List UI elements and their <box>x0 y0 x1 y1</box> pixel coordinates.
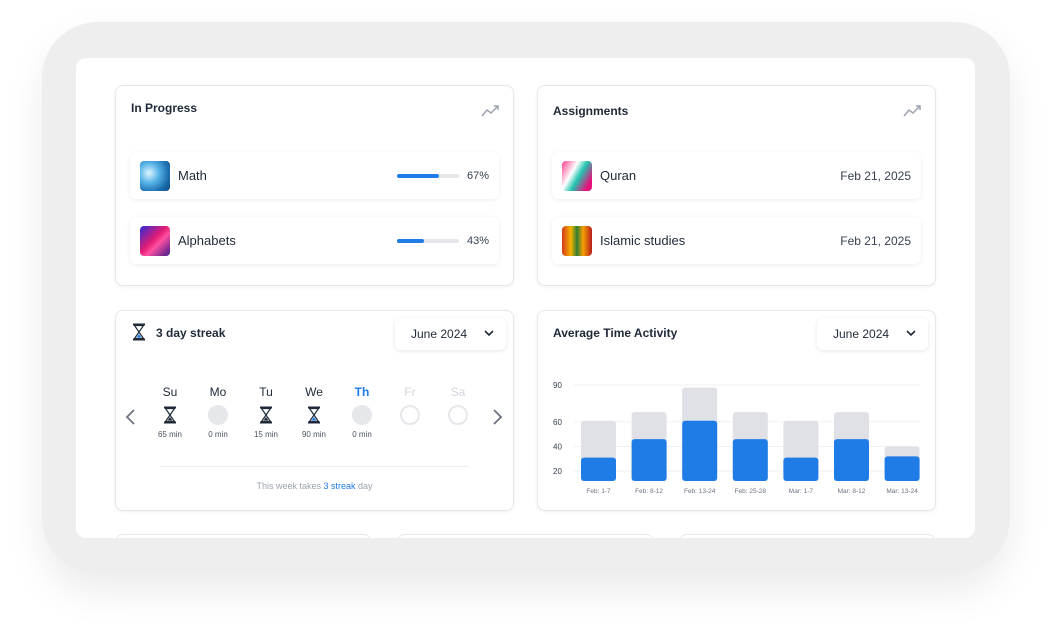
x-tick-label: Mar: 1-7 <box>789 488 814 495</box>
activity-card: Average Time Activity June 2024 20 40 60 90… <box>537 310 936 511</box>
y-tick-label: 20 <box>553 467 562 476</box>
alphabets-thumbnail <box>140 225 170 256</box>
activity-bar-chart: 20 40 60 90 Feb: 1-7 Feb: 8-12 Feb: 13-24 Feb: … <box>553 381 921 495</box>
streak-day-su[interactable]: Su 65 min <box>150 385 190 440</box>
streak-title: 3 day streak <box>156 326 226 340</box>
hourglass-icon <box>133 323 145 341</box>
x-tick-label: Mar: 8-12 <box>838 488 866 495</box>
assignments-title: Assignments <box>553 104 629 118</box>
streak-summary-prefix: This week takes <box>256 481 321 491</box>
bar-value <box>631 439 667 481</box>
quran-thumbnail <box>562 160 592 191</box>
x-tick-label: Feb: 1-7 <box>586 488 611 495</box>
bar-value <box>682 420 718 481</box>
x-tick-label: Feb: 13-24 <box>684 488 716 495</box>
dropdown-value: June 2024 <box>411 327 468 341</box>
streak-card: 3 day streak June 2024 Su 65 min Mo 0 min Tu… <box>115 310 514 511</box>
hourglass-icon <box>256 405 276 425</box>
streak-day-minutes <box>438 430 478 440</box>
progress-bar <box>397 173 459 178</box>
empty-circle-icon <box>448 405 468 425</box>
bottom-card-2 <box>397 534 654 538</box>
streak-day-name: Fr <box>404 385 416 399</box>
islamic-studies-thumbnail <box>562 225 592 256</box>
in-progress-card: In Progress Math 67% Alphabets 43% <box>115 85 514 286</box>
y-tick-label: 40 <box>553 443 562 452</box>
progress-item-label: Math <box>178 168 207 183</box>
chevron-right-icon[interactable] <box>491 409 503 425</box>
bar-value <box>884 456 920 481</box>
filled-circle-icon <box>208 405 228 425</box>
streak-day-fr[interactable]: Fr <box>390 385 430 440</box>
progress-bar-fill <box>397 238 424 243</box>
progress-bar <box>397 238 459 243</box>
progress-item-label: Alphabets <box>178 233 236 248</box>
bar-value <box>783 457 819 481</box>
assignment-item-quran[interactable]: Quran Feb 21, 2025 <box>552 152 921 199</box>
streak-day-name: Sa <box>450 385 466 399</box>
chevron-down-icon <box>484 330 494 337</box>
bar-value <box>834 439 869 481</box>
assignments-card: Assignments Quran Feb 21, 2025 Islamic s… <box>537 85 936 286</box>
bar-value <box>732 439 768 481</box>
in-progress-title: In Progress <box>131 101 198 115</box>
streak-day-sa[interactable]: Sa <box>438 385 478 440</box>
streak-day-minutes: 0 min <box>208 430 228 439</box>
streak-summary-suffix: day <box>358 481 373 491</box>
streak-day-minutes: 15 min <box>253 430 278 439</box>
bottom-card-3 <box>679 534 936 538</box>
x-tick-label: Feb: 25-28 <box>735 488 767 495</box>
bar-value <box>581 457 616 481</box>
progress-item-math[interactable]: Math 67% <box>130 152 499 199</box>
streak-day-th[interactable]: Th 0 min <box>342 385 382 440</box>
streak-day-minutes: 90 min <box>301 430 326 439</box>
progress-percent: 43% <box>467 234 490 247</box>
bottom-card-1 <box>115 534 372 538</box>
math-thumbnail <box>140 160 170 191</box>
y-tick-label: 60 <box>553 418 562 427</box>
chevron-left-icon[interactable] <box>125 409 137 425</box>
streak-day-minutes <box>390 430 430 440</box>
streak-divider <box>160 466 469 467</box>
hourglass-icon <box>160 405 180 425</box>
progress-percent: 67% <box>467 169 490 182</box>
trend-icon[interactable] <box>903 105 921 117</box>
streak-summary: This week takes 3 streak day <box>116 481 513 491</box>
streak-month-dropdown[interactable]: June 2024 <box>395 318 506 350</box>
dropdown-value: June 2024 <box>833 327 890 341</box>
streak-day-name: We <box>305 385 323 399</box>
assignment-due-date: Feb 21, 2025 <box>840 168 911 183</box>
activity-month-dropdown[interactable]: June 2024 <box>817 318 928 350</box>
assignment-item-label: Quran <box>600 168 637 183</box>
streak-day-minutes: 0 min <box>352 430 372 439</box>
y-tick-label: 90 <box>553 381 562 390</box>
streak-day-name: Mo <box>209 385 227 399</box>
assignment-due-date: Feb 21, 2025 <box>840 233 911 248</box>
streak-day-name: Su <box>162 385 178 399</box>
assignment-item-label: Islamic studies <box>600 233 686 248</box>
empty-circle-icon <box>400 405 420 425</box>
chevron-down-icon <box>906 330 916 337</box>
activity-title: Average Time Activity <box>553 326 678 340</box>
filled-circle-icon <box>352 405 372 425</box>
x-tick-label: Feb: 8-12 <box>635 488 663 495</box>
assignment-item-islamic-studies[interactable]: Islamic studies Feb 21, 2025 <box>552 217 921 264</box>
streak-day-mo[interactable]: Mo 0 min <box>198 385 238 440</box>
streak-day-minutes: 65 min <box>157 430 182 439</box>
trend-icon[interactable] <box>481 105 499 117</box>
dashboard-screen: In Progress Math 67% Alphabets 43% Assig… <box>76 58 975 538</box>
progress-bar-fill <box>397 173 439 178</box>
progress-item-alphabets[interactable]: Alphabets 43% <box>130 217 499 264</box>
streak-day-we[interactable]: We 90 min <box>294 385 334 440</box>
x-tick-label: Mar: 13-24 <box>886 488 918 495</box>
streak-day-tu[interactable]: Tu 15 min <box>246 385 286 440</box>
streak-day-name: Th <box>354 385 370 399</box>
hourglass-icon <box>304 405 324 425</box>
streak-day-name: Tu <box>259 385 273 399</box>
streak-summary-highlight: 3 streak <box>323 481 356 491</box>
